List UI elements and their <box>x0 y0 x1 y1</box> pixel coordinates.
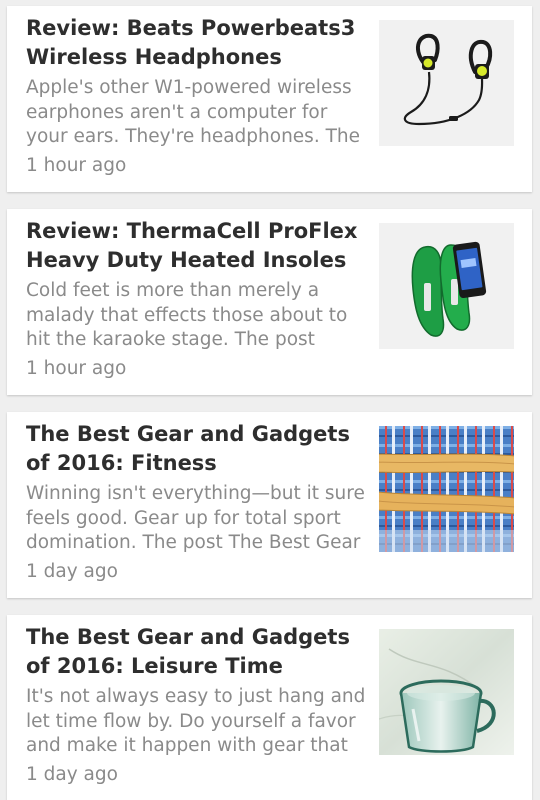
article-text: Review: ThermaCell ProFlex Heavy Duty He… <box>26 217 371 381</box>
article-card[interactable]: The Best Gear and Gadgets of 2016: Leisu… <box>7 615 532 800</box>
article-excerpt: Apple's other W1-powered wireless earpho… <box>26 77 360 147</box>
article-timestamp: 1 hour ago <box>26 358 127 379</box>
leisure-glass-image[interactable] <box>379 629 514 755</box>
article-excerpt: Cold feet is more than merely a malady t… <box>26 280 348 350</box>
article-feed: Review: Beats Powerbeats3 Wireless Headp… <box>0 0 540 800</box>
article-card[interactable]: Review: Beats Powerbeats3 Wireless Headp… <box>7 6 532 192</box>
article-timestamp: 1 hour ago <box>26 155 127 176</box>
article-title[interactable]: Review: Beats Powerbeats3 Wireless Headp… <box>26 14 371 72</box>
article-text: Review: Beats Powerbeats3 Wireless Headp… <box>26 14 371 178</box>
article-title[interactable]: Review: ThermaCell ProFlex Heavy Duty He… <box>26 217 371 275</box>
article-timestamp: 1 day ago <box>26 561 118 582</box>
article-title[interactable]: The Best Gear and Gadgets of 2016: Leisu… <box>26 623 371 681</box>
article-text: The Best Gear and Gadgets of 2016: Fitne… <box>26 420 371 584</box>
wireless-earphones-image[interactable] <box>379 20 514 146</box>
article-excerpt: It's not always easy to just hang and le… <box>26 686 366 756</box>
article-title[interactable]: The Best Gear and Gadgets of 2016: Fitne… <box>26 420 371 478</box>
heated-insoles-image[interactable] <box>379 223 514 349</box>
article-card[interactable]: The Best Gear and Gadgets of 2016: Fitne… <box>7 412 532 598</box>
article-card[interactable]: Review: ThermaCell ProFlex Heavy Duty He… <box>7 209 532 395</box>
article-text: The Best Gear and Gadgets of 2016: Leisu… <box>26 623 371 787</box>
article-timestamp: 1 day ago <box>26 764 118 785</box>
fitness-gear-image[interactable] <box>379 426 514 552</box>
article-excerpt: Winning isn't everything—but it sure fee… <box>26 483 365 553</box>
